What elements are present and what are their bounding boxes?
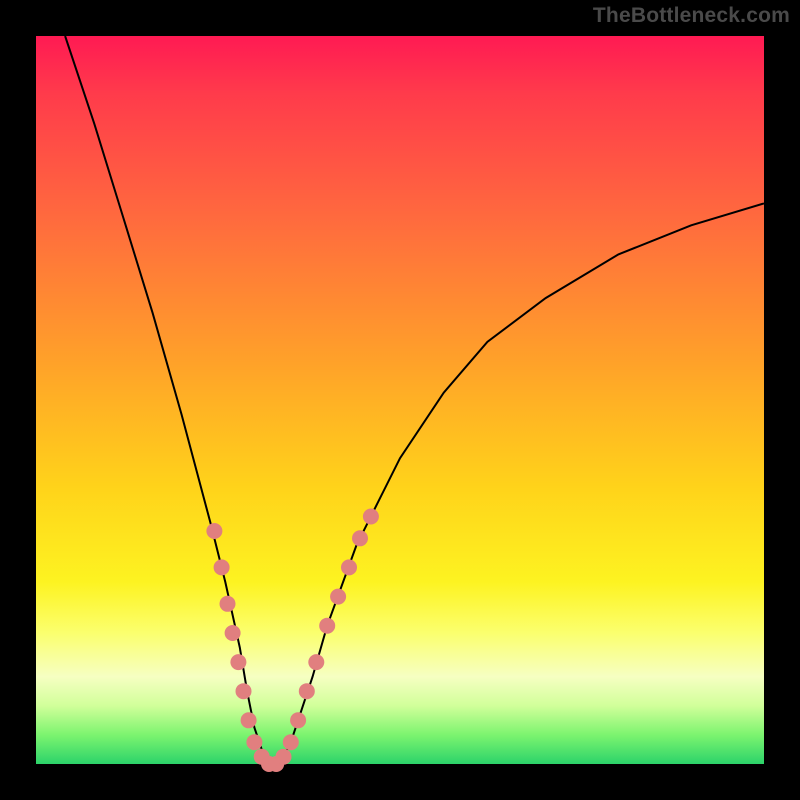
curve-marker <box>241 712 257 728</box>
curve-marker <box>299 683 315 699</box>
curve-marker <box>214 559 230 575</box>
curve-marker <box>206 523 222 539</box>
chart-frame: TheBottleneck.com <box>0 0 800 800</box>
plot-area <box>36 36 764 764</box>
curve-svg <box>36 36 764 764</box>
curve-marker <box>276 749 292 765</box>
curve-marker <box>236 683 252 699</box>
curve-marker <box>225 625 241 641</box>
curve-marker <box>283 734 299 750</box>
curve-marker <box>352 530 368 546</box>
bottleneck-curve <box>65 36 764 764</box>
curve-marker <box>363 509 379 525</box>
watermark-text: TheBottleneck.com <box>593 4 790 28</box>
curve-marker <box>220 596 236 612</box>
curve-marker <box>319 618 335 634</box>
curve-marker <box>330 589 346 605</box>
curve-marker <box>308 654 324 670</box>
curve-markers <box>206 509 379 773</box>
curve-marker <box>230 654 246 670</box>
curve-marker <box>290 712 306 728</box>
curve-marker <box>246 734 262 750</box>
curve-marker <box>341 559 357 575</box>
